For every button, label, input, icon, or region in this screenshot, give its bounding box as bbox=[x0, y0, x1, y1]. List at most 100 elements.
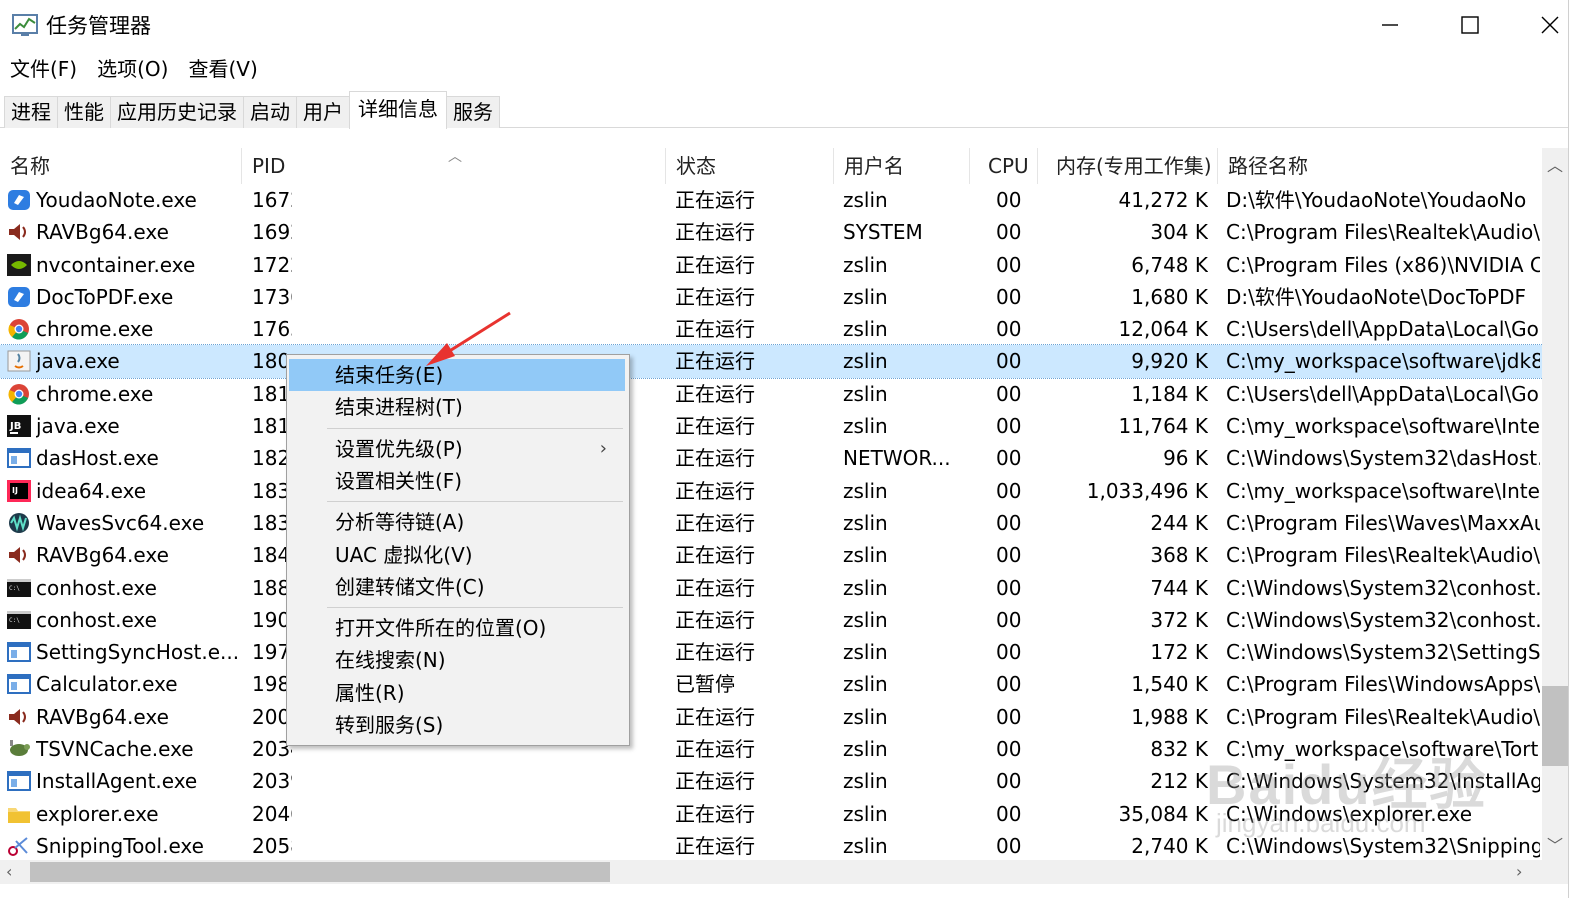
tab-processes[interactable]: 进程 bbox=[4, 96, 58, 128]
process-status: 正在运行 bbox=[675, 349, 755, 374]
process-path: D:\软件\YoudaoNote\YoudaoNo bbox=[1226, 188, 1527, 212]
process-path: C:\my_workspace\software\Intel bbox=[1226, 478, 1540, 503]
process-cpu: 00 bbox=[996, 220, 1022, 245]
table-row[interactable]: Calculator.exe 198 已暂停 zslin 00 1,540 K C:\Pro… bbox=[0, 668, 1545, 700]
table-row[interactable]: chrome.exe 181 正在运行 zslin 00 1,184 K C:\Users\… bbox=[0, 378, 1545, 410]
process-user: zslin bbox=[843, 252, 888, 277]
process-name: RAVBg64.exe bbox=[36, 704, 169, 729]
menu-item-end-task[interactable]: 结束任务(E) bbox=[289, 359, 625, 391]
column-header-user[interactable]: 用户名 bbox=[834, 148, 970, 184]
table-row[interactable]: RAVBg64.exe 16924 正在运行 SYSTEM 00 304 K C:\Prog… bbox=[0, 216, 1545, 248]
column-header-name[interactable]: 名称 bbox=[0, 148, 242, 184]
table-row[interactable]: JB java.exe 181 正在运行 zslin 00 11,764 K C:\my_wo… bbox=[0, 410, 1545, 442]
process-memory: 1,988 K bbox=[1131, 704, 1208, 729]
table-row[interactable]: chrome.exe 17632 正在运行 zslin 00 12,064 K C:\Use… bbox=[0, 313, 1545, 345]
table-row[interactable]: IJ idea64.exe 183 正在运行 zslin 00 1,033,496 K C:\… bbox=[0, 475, 1545, 507]
tab-performance[interactable]: 性能 bbox=[57, 96, 111, 128]
column-header-memory[interactable]: 内存(专用工作集) bbox=[1038, 148, 1218, 184]
scroll-left-icon[interactable]: ‹ bbox=[6, 860, 12, 884]
vertical-scroll-thumb[interactable] bbox=[1542, 686, 1568, 766]
chevron-right-icon: › bbox=[599, 437, 607, 459]
process-user: zslin bbox=[843, 317, 888, 342]
youdao-icon bbox=[7, 189, 31, 211]
table-row[interactable]: dasHost.exe 182 正在运行 NETWOR... 00 96 K C:\Wind… bbox=[0, 442, 1545, 474]
process-user: SYSTEM bbox=[843, 220, 923, 245]
process-name: explorer.exe bbox=[36, 801, 159, 826]
menu-item-set-affinity[interactable]: 设置相关性(F) bbox=[289, 465, 625, 497]
scroll-down-icon[interactable]: ﹀ bbox=[1542, 832, 1568, 856]
horizontal-scrollbar[interactable]: ‹ › bbox=[0, 860, 1568, 884]
menu-item-open-file-location[interactable]: 打开文件所在的位置(O) bbox=[289, 612, 625, 644]
table-row[interactable]: C:\ conhost.exe 190 正在运行 zslin 00 372 K C:\Wind… bbox=[0, 604, 1545, 636]
tab-services[interactable]: 服务 bbox=[446, 96, 500, 128]
menu-item-set-priority[interactable]: 设置优先级(P) › bbox=[289, 433, 625, 465]
process-status: 正在运行 bbox=[675, 510, 755, 535]
menu-options[interactable]: 选项(O) bbox=[97, 53, 168, 82]
vertical-scrollbar[interactable]: ︿ ﹀ bbox=[1542, 148, 1568, 860]
process-user: zslin bbox=[843, 543, 888, 568]
process-name: conhost.exe bbox=[36, 575, 157, 600]
menu-item-properties[interactable]: 属性(R) bbox=[289, 677, 625, 709]
horizontal-scroll-thumb[interactable] bbox=[30, 862, 610, 882]
process-name: YoudaoNote.exe bbox=[36, 188, 197, 212]
process-pid: 20588 bbox=[252, 833, 292, 858]
menu-item-uac-virtualization[interactable]: UAC 虚拟化(V) bbox=[289, 539, 625, 571]
menu-item-go-to-services[interactable]: 转到服务(S) bbox=[289, 709, 625, 741]
process-status: 正在运行 bbox=[675, 446, 755, 471]
window-bottom bbox=[0, 884, 1568, 898]
table-row[interactable]: java.exe 180 正在运行 zslin 00 9,920 K C:\my_works… bbox=[0, 344, 1546, 379]
process-cpu: 00 bbox=[996, 737, 1022, 762]
process-path: D:\软件\YoudaoNote\DocToPDF bbox=[1226, 284, 1527, 309]
column-header-status[interactable]: 状态 bbox=[666, 148, 834, 184]
table-row[interactable]: C:\ conhost.exe 188 正在运行 zslin 00 744 K C:\Wind… bbox=[0, 572, 1545, 604]
scroll-right-icon[interactable]: › bbox=[1516, 860, 1522, 884]
table-row[interactable]: DocToPDF.exe 17360 正在运行 zslin 00 1,680 K D:\软件… bbox=[0, 281, 1545, 313]
process-status: 正在运行 bbox=[675, 737, 755, 762]
process-cpu: 00 bbox=[996, 640, 1022, 665]
process-status: 正在运行 bbox=[675, 575, 755, 600]
table-row[interactable]: RAVBg64.exe 184 正在运行 zslin 00 368 K C:\Program… bbox=[0, 539, 1545, 571]
menu-view[interactable]: 查看(V) bbox=[188, 53, 257, 82]
process-status: 正在运行 bbox=[675, 252, 755, 277]
table-row[interactable]: RAVBg64.exe 200 正在运行 zslin 00 1,988 K C:\Progr… bbox=[0, 701, 1545, 733]
table-row[interactable]: nvcontainer.exe 17228 正在运行 zslin 00 6,748 K C:… bbox=[0, 249, 1545, 281]
maximize-button[interactable] bbox=[1430, 0, 1510, 50]
process-status: 正在运行 bbox=[675, 478, 755, 503]
menu-item-end-process-tree[interactable]: 结束进程树(T) bbox=[289, 391, 625, 423]
menu-item-label: 结束进程树(T) bbox=[335, 395, 463, 420]
table-row[interactable]: WavesSvc64.exe 183 正在运行 zslin 00 244 K C:\Prog… bbox=[0, 507, 1545, 539]
jetbrains-icon: JB bbox=[7, 415, 31, 438]
process-cpu: 00 bbox=[996, 543, 1022, 568]
menu-file[interactable]: 文件(F) bbox=[10, 53, 77, 82]
process-memory: 12,064 K bbox=[1118, 317, 1208, 342]
process-path: C:\Windows\System32\SettingS bbox=[1226, 640, 1540, 665]
table-row[interactable]: YoudaoNote.exe 16728 正在运行 zslin 00 41,272 K D:… bbox=[0, 184, 1545, 216]
process-user: zslin bbox=[843, 188, 888, 212]
window-icon bbox=[7, 673, 31, 695]
tab-details[interactable]: 详细信息 bbox=[349, 91, 447, 129]
process-user: zslin bbox=[843, 737, 888, 762]
menu-item-label: 分析等待链(A) bbox=[335, 510, 465, 535]
process-pid: 16924 bbox=[252, 220, 292, 245]
process-path: C:\Program Files\Realtek\Audio\ bbox=[1226, 704, 1540, 729]
menu-bar: 文件(F) 选项(O) 查看(V) bbox=[0, 50, 1594, 84]
column-header-path[interactable]: 路径名称 bbox=[1218, 148, 1544, 184]
tab-app-history[interactable]: 应用历史记录 bbox=[110, 96, 244, 128]
process-status: 已暂停 bbox=[675, 672, 735, 697]
process-cpu: 00 bbox=[996, 672, 1022, 697]
table-row[interactable]: SettingSyncHost.e... 197 正在运行 zslin 00 172 KC… bbox=[0, 636, 1545, 668]
tab-users[interactable]: 用户 bbox=[296, 96, 350, 128]
scroll-up-icon[interactable]: ︿ bbox=[1542, 152, 1568, 176]
menu-item-analyze-wait-chain[interactable]: 分析等待链(A) bbox=[289, 506, 625, 538]
process-name: Calculator.exe bbox=[36, 672, 178, 697]
process-status: 正在运行 bbox=[675, 640, 755, 665]
minimize-button[interactable] bbox=[1350, 0, 1430, 50]
menu-item-search-online[interactable]: 在线搜索(N) bbox=[289, 644, 625, 676]
process-cpu: 00 bbox=[996, 607, 1022, 632]
menu-item-label: 设置优先级(P) bbox=[335, 436, 463, 461]
tab-startup[interactable]: 启动 bbox=[243, 96, 297, 128]
process-path: C:\Program Files\WindowsApps\ bbox=[1226, 672, 1540, 697]
column-header-cpu[interactable]: CPU bbox=[970, 148, 1038, 184]
menu-item-create-dump-file[interactable]: 创建转储文件(C) bbox=[289, 571, 625, 603]
minimize-icon bbox=[1382, 24, 1398, 26]
